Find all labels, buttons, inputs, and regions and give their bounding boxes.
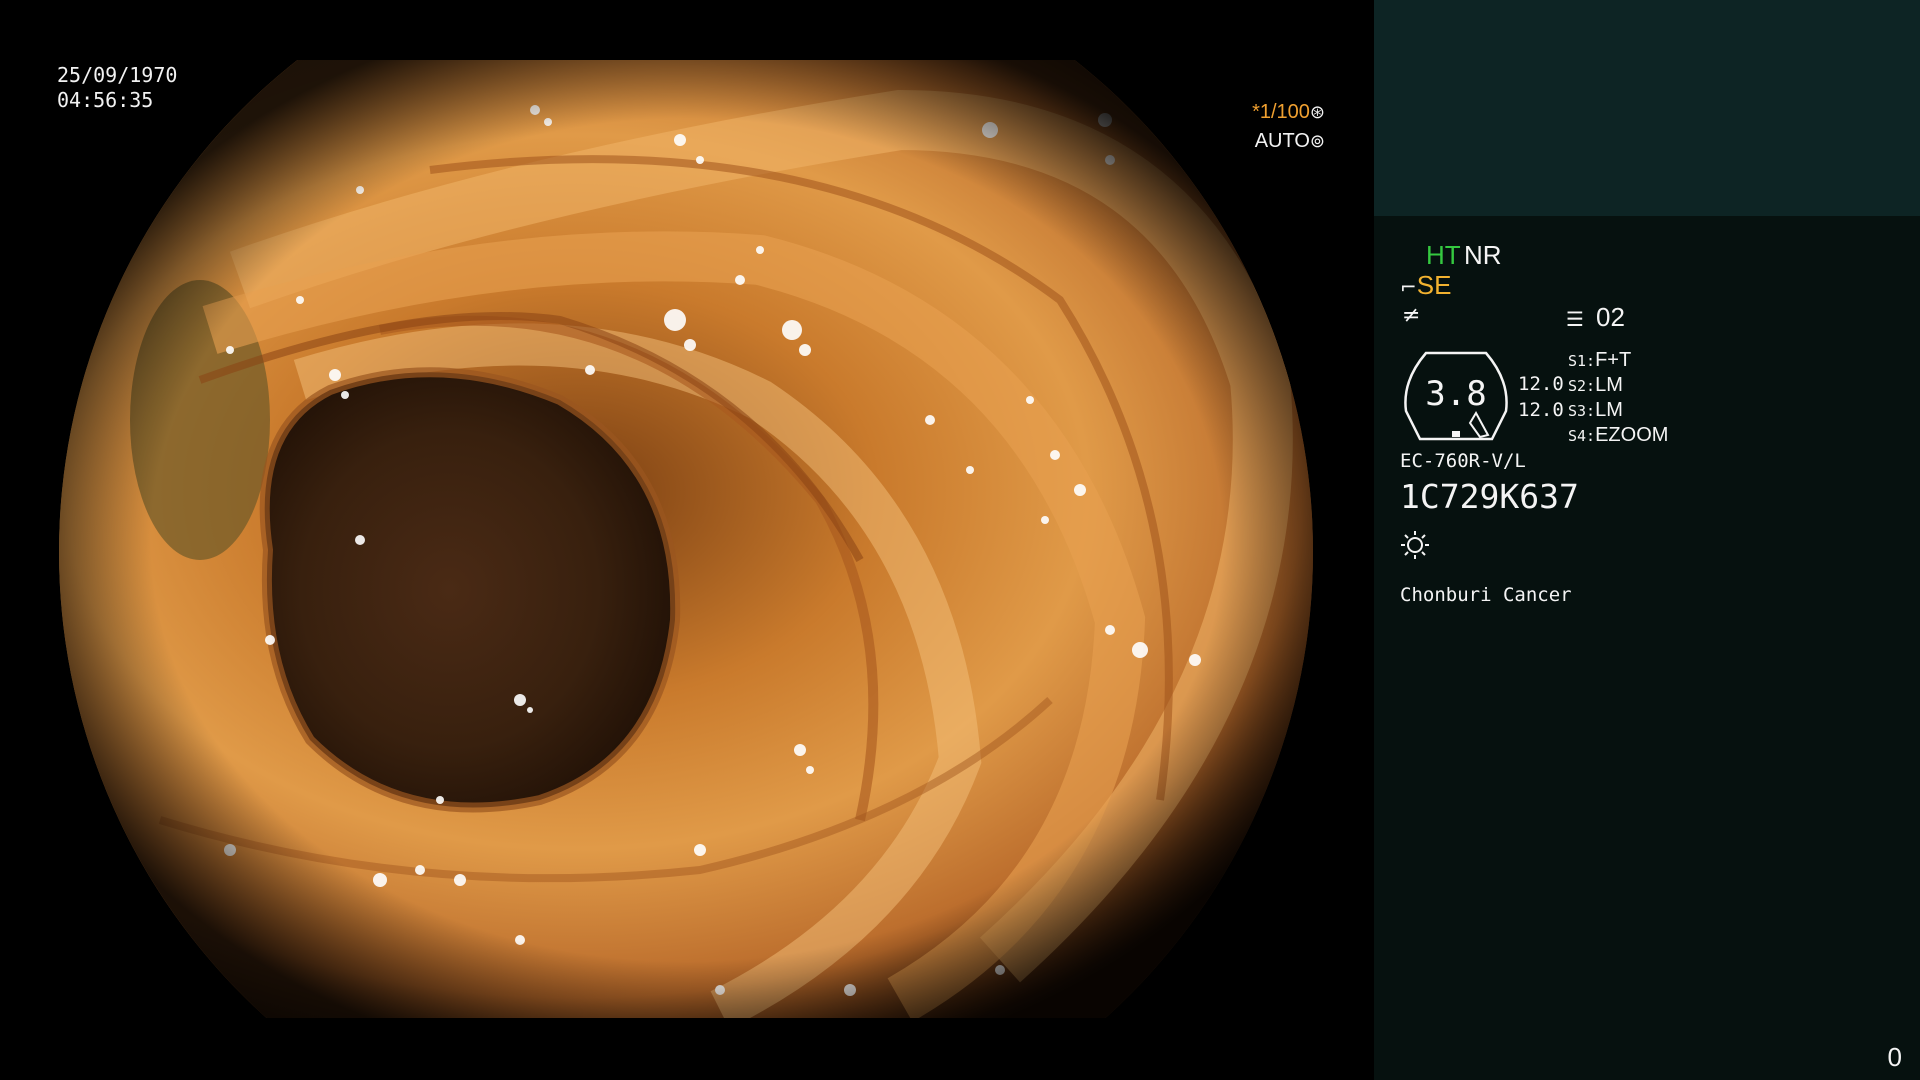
institution-text: Chonburi Cancer (1400, 584, 1572, 606)
gauge-value: 3.8 (1425, 374, 1487, 414)
switch-key: S3: (1568, 402, 1596, 420)
mode-ht-label: HT (1426, 240, 1461, 270)
scope-model-text: EC-760R-V/L (1400, 450, 1526, 472)
image-counter: 0 (1887, 1042, 1902, 1072)
gauge-reading-1: 12.0 (1518, 373, 1564, 395)
scope-serial-text: 1C729K637 (1400, 477, 1579, 516)
scope-tip-icon: ⌐ (1400, 275, 1417, 299)
switch-row-s2: S2:LM (1568, 374, 1623, 397)
endoscopy-screen: 25/09/1970 04:56:35 *1/100⊛ AUTO⊚ HT NR … (0, 0, 1920, 1080)
switch-key: S1: (1568, 352, 1596, 370)
switch-row-s3: S3:LM (1568, 399, 1623, 422)
switch-key: S2: (1568, 377, 1596, 395)
switch-value: LM (1595, 374, 1623, 396)
info-panel-header-block (1374, 0, 1920, 216)
switch-row-s1: S1:F+T (1568, 349, 1631, 372)
aperture-icon: ⊛ (1309, 102, 1325, 123)
shutter-info: *1/100⊛ AUTO⊚ (1252, 98, 1325, 156)
exposure-mode-text: AUTO (1254, 130, 1310, 152)
switch-key: S4: (1568, 427, 1596, 445)
date-time-stamp: 25/09/1970 04:56:35 (57, 63, 177, 113)
gauge-reading-2: 12.0 (1518, 399, 1564, 421)
shutter-speed-text: *1/100 (1252, 101, 1310, 123)
memo-value: 02 (1595, 302, 1625, 332)
info-panel: HT NR ⌐SE ≠ ☰ 02 3.8 12.0 12.0 S1:F+T S2… (1374, 0, 1920, 1080)
memo-icon: ☰ (1566, 307, 1584, 331)
time-text: 04:56:35 (57, 88, 154, 112)
freeze-icon: ≠ (1402, 303, 1421, 328)
iris-icon: ⊚ (1309, 131, 1325, 152)
colon-lumen-image (0, 0, 1374, 1080)
structure-enhancement-row: ⌐SE (1400, 270, 1452, 300)
mode-nr-label: NR (1464, 240, 1502, 270)
switch-value: EZOOM (1595, 424, 1669, 446)
endoscope-view: 25/09/1970 04:56:35 *1/100⊛ AUTO⊚ (0, 0, 1374, 1080)
light-source-icon (1401, 531, 1429, 559)
switch-row-s4: S4:EZOOM (1568, 424, 1668, 447)
switch-value: LM (1595, 399, 1623, 421)
se-label: SE (1416, 270, 1452, 300)
switch-value: F+T (1595, 349, 1632, 371)
date-text: 25/09/1970 (57, 63, 178, 87)
memo-row: ☰ 02 (1566, 302, 1625, 332)
